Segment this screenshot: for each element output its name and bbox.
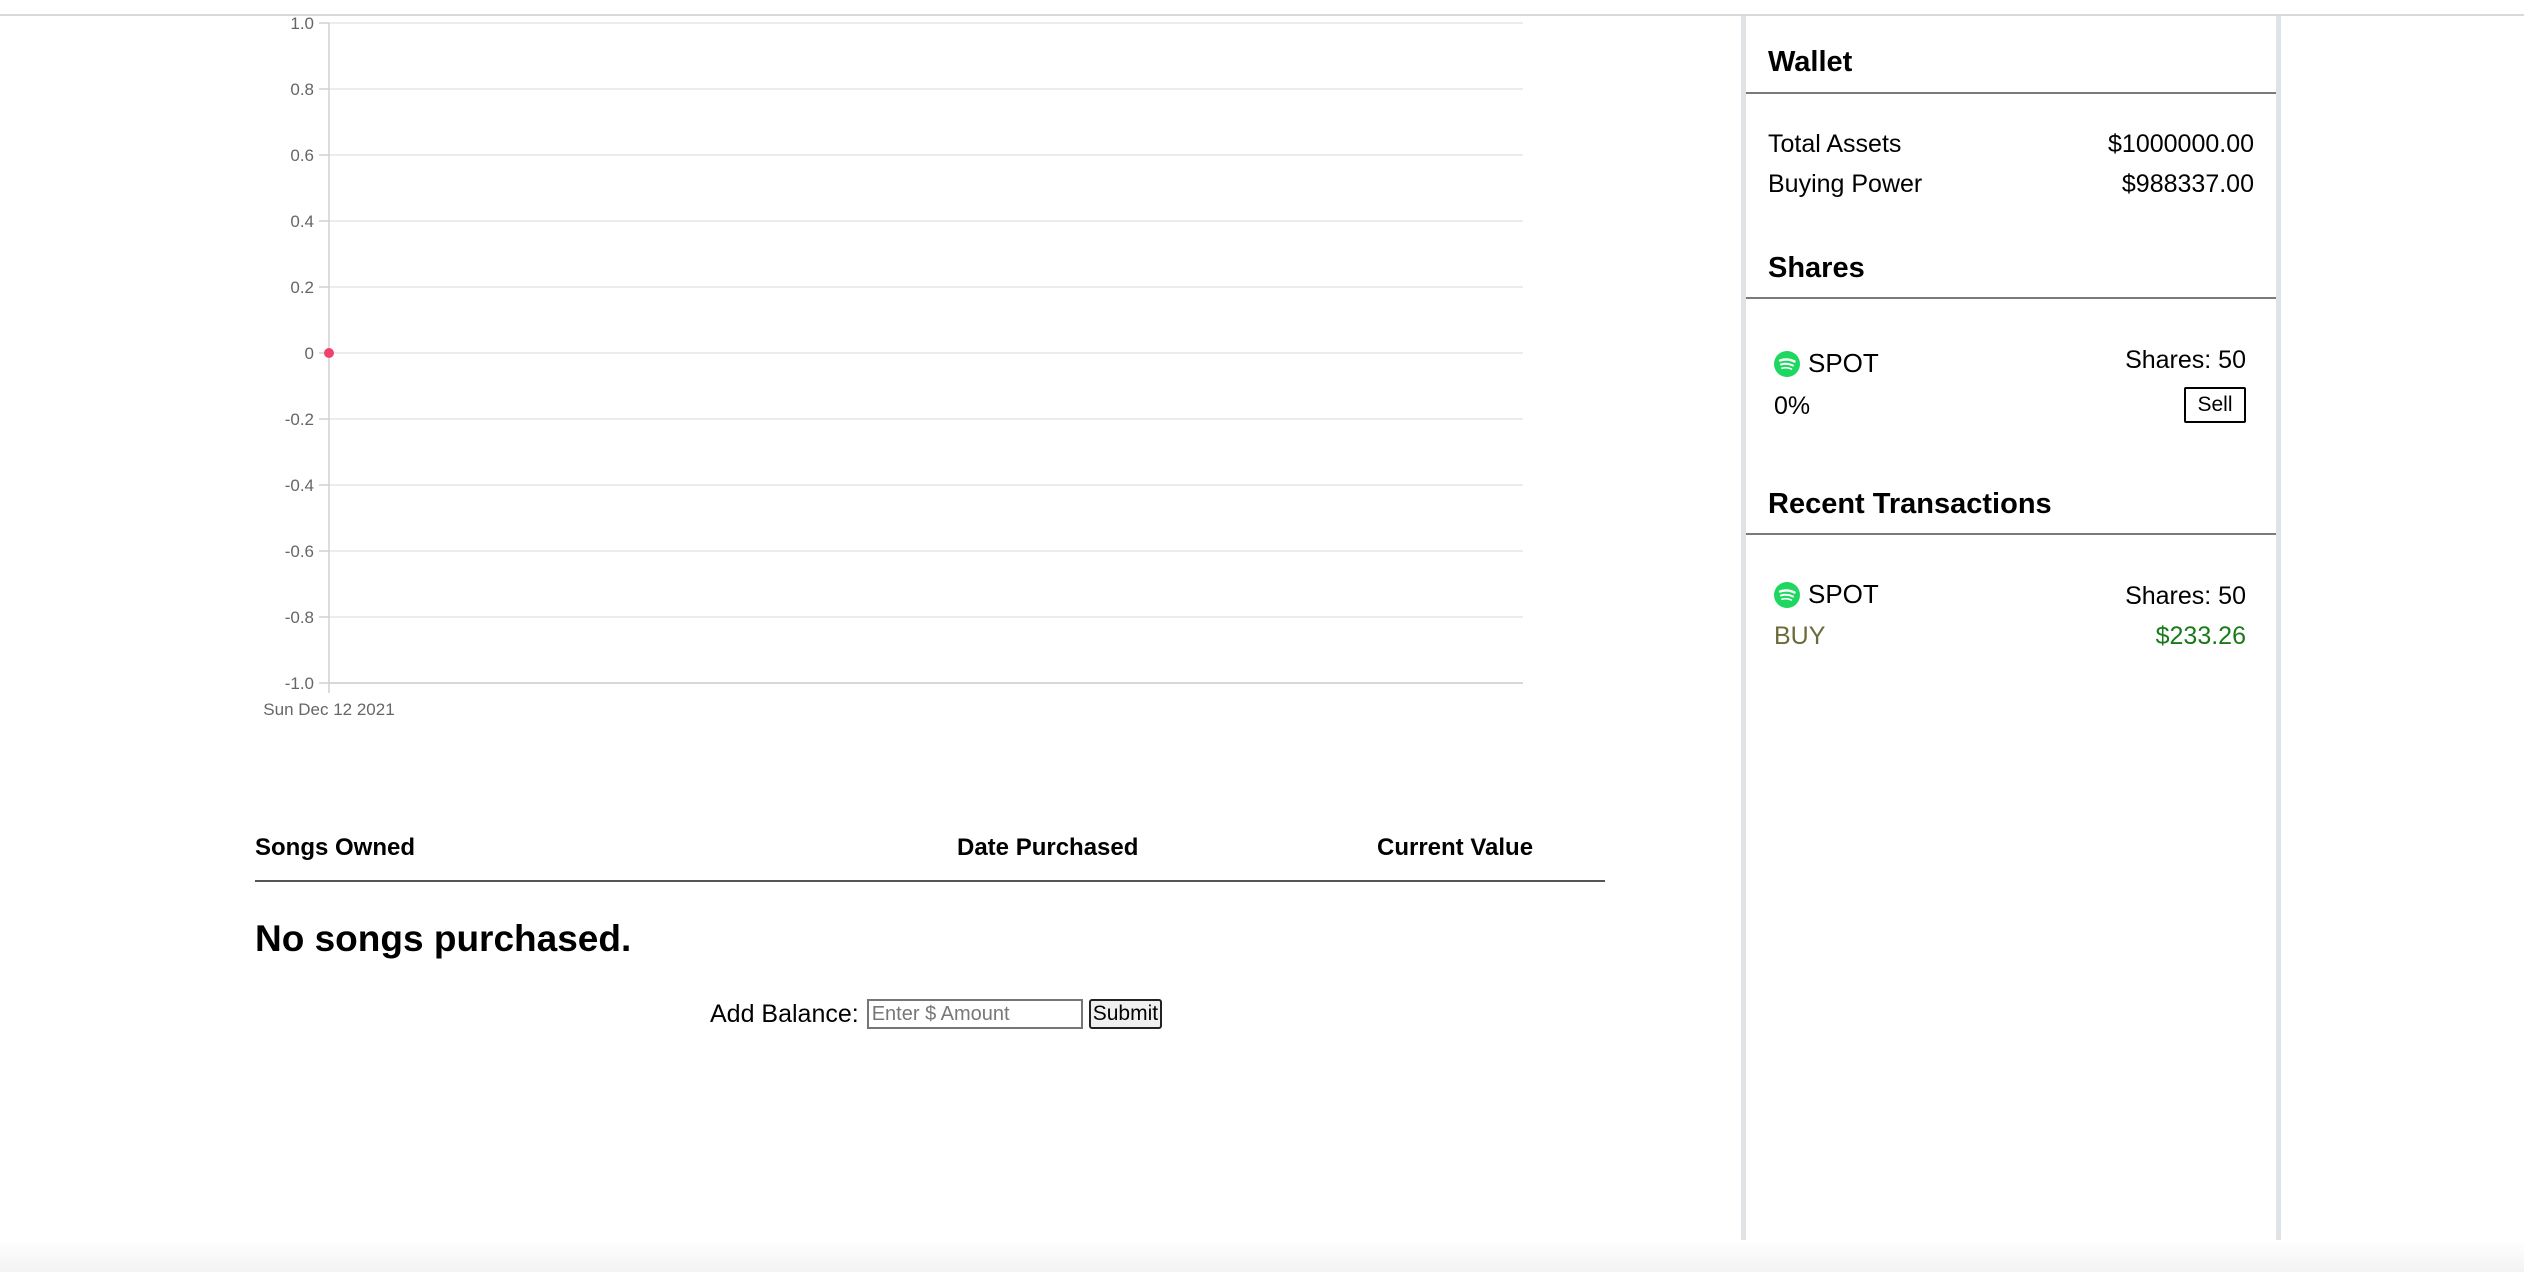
portfolio-chart: 1.0 0.8 0.6 0.4 0.2 0 -0.2 -0.4 -0.6 -0.8 -1.0 Sun… (263, 14, 1523, 719)
y-tick-label: 0.6 (290, 146, 314, 165)
y-tick-label: 0 (305, 344, 314, 363)
submit-button[interactable]: Submit (1088, 999, 1163, 1029)
y-tick-label: 0.2 (290, 278, 314, 297)
sell-button[interactable]: Sell (2184, 387, 2246, 423)
header-songs-owned: Songs Owned (255, 834, 416, 861)
shares-divider (1746, 297, 2276, 299)
total-assets-label: Total Assets (1768, 130, 1902, 158)
y-tick-label: -0.8 (285, 608, 314, 627)
empty-songs-message: No songs purchased. (255, 918, 632, 959)
transaction-share-count: Shares: 50 (2125, 582, 2246, 610)
share-count: Shares: 50 (2125, 346, 2246, 374)
header-current-value: Current Value (1377, 834, 1534, 861)
x-axis-ticks: Sun Dec 12 2021 (263, 700, 394, 719)
add-balance-form: Add Balance: Submit (710, 996, 1163, 1032)
y-tick-label: 0.8 (290, 80, 314, 99)
transaction-item-ticker: SPOT (1774, 579, 1879, 610)
spotify-icon (1774, 581, 1800, 608)
y-tick-label: 1.0 (290, 14, 314, 33)
transaction-type: BUY (1774, 622, 1826, 650)
amount-input[interactable] (866, 999, 1083, 1029)
share-change-percent: 0% (1774, 392, 1811, 420)
add-balance-label: Add Balance: (710, 999, 859, 1028)
y-tick-label: 0.4 (290, 212, 314, 231)
y-tick-label: -1.0 (285, 674, 314, 693)
wallet-divider (1746, 92, 2276, 94)
total-assets-value: $1000000.00 (2108, 130, 2254, 158)
chart-grid (329, 22, 1523, 684)
y-tick-label: -0.6 (285, 542, 314, 561)
page-bottom-shade (0, 1240, 2524, 1272)
x-tick-label: Sun Dec 12 2021 (263, 700, 394, 719)
wallet-title: Wallet (1768, 46, 1853, 78)
spotify-icon (1774, 350, 1800, 377)
shares-title: Shares (1768, 252, 1865, 284)
share-item-ticker: SPOT (1774, 348, 1879, 379)
y-tick-label: -0.4 (285, 476, 314, 495)
y-tick-label: -0.2 (285, 410, 314, 429)
header-date-purchased: Date Purchased (957, 834, 1139, 861)
buying-power-label: Buying Power (1768, 170, 1923, 198)
buying-power-value: $988337.00 (2121, 170, 2254, 198)
chart-series (324, 348, 334, 358)
data-point (324, 348, 334, 358)
transactions-divider (1746, 533, 2276, 535)
table-header-divider (255, 880, 1605, 882)
share-ticker-label: SPOT (1808, 348, 1879, 378)
recent-transactions-title: Recent Transactions (1768, 488, 2052, 520)
transaction-amount: $233.26 (2155, 622, 2246, 650)
chart-axes (328, 23, 1523, 693)
y-axis-ticks: 1.0 0.8 0.6 0.4 0.2 0 -0.2 -0.4 -0.6 -0.8 -1.0 (285, 14, 329, 693)
transaction-ticker-label: SPOT (1808, 579, 1879, 609)
wallet-sidebar: Wallet Total Assets $1000000.00 Buying P… (1741, 16, 2281, 1272)
